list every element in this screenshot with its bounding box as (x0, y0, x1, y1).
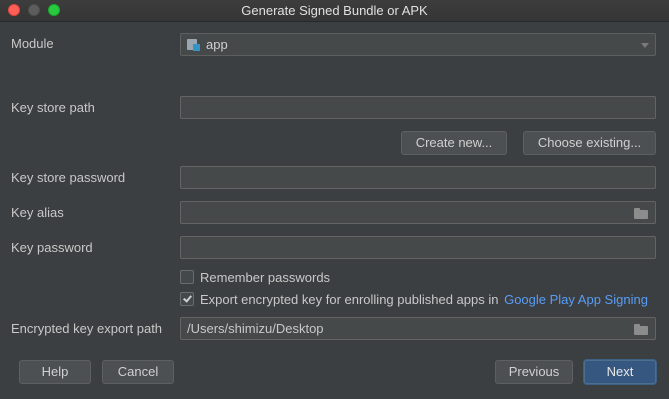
folder-icon[interactable] (634, 207, 650, 219)
module-select[interactable]: app (180, 33, 656, 56)
cancel-button[interactable]: Cancel (102, 360, 174, 384)
remember-passwords-checkbox[interactable] (180, 270, 194, 284)
key-store-path-label: Key store path (11, 100, 95, 115)
folder-icon[interactable] (634, 323, 650, 335)
module-label: Module (11, 36, 54, 51)
export-path-input[interactable] (180, 317, 656, 340)
export-encrypted-key-checkbox[interactable] (180, 292, 194, 306)
create-new-button[interactable]: Create new... (401, 131, 507, 155)
chevron-down-icon[interactable] (641, 43, 649, 48)
export-path-label: Encrypted key export path (11, 321, 163, 336)
key-password-label: Key password (11, 240, 93, 255)
module-folder-icon (187, 39, 201, 51)
remember-passwords-label: Remember passwords (200, 270, 331, 285)
key-alias-label: Key alias (11, 205, 64, 220)
checkmark-icon (183, 293, 192, 303)
key-store-password-label: Key store password (11, 170, 126, 185)
key-alias-input[interactable] (180, 201, 656, 224)
key-store-path-input[interactable] (180, 96, 656, 119)
key-password-input[interactable] (180, 236, 656, 259)
next-button[interactable]: Next (584, 360, 656, 384)
help-button[interactable]: Help (19, 360, 91, 384)
module-select-value: app (206, 37, 228, 52)
google-play-app-signing-link[interactable]: Google Play App Signing (504, 292, 648, 307)
window-title: Generate Signed Bundle or APK (241, 3, 428, 18)
key-store-password-input[interactable] (180, 166, 656, 189)
choose-existing-button[interactable]: Choose existing... (523, 131, 656, 155)
export-label-text: Export encrypted key for enrolling publi… (200, 292, 499, 307)
previous-button[interactable]: Previous (495, 360, 573, 384)
export-encrypted-key-label: Export encrypted key for enrolling publi… (200, 292, 648, 307)
title-bar: Generate Signed Bundle or APK (0, 0, 669, 22)
